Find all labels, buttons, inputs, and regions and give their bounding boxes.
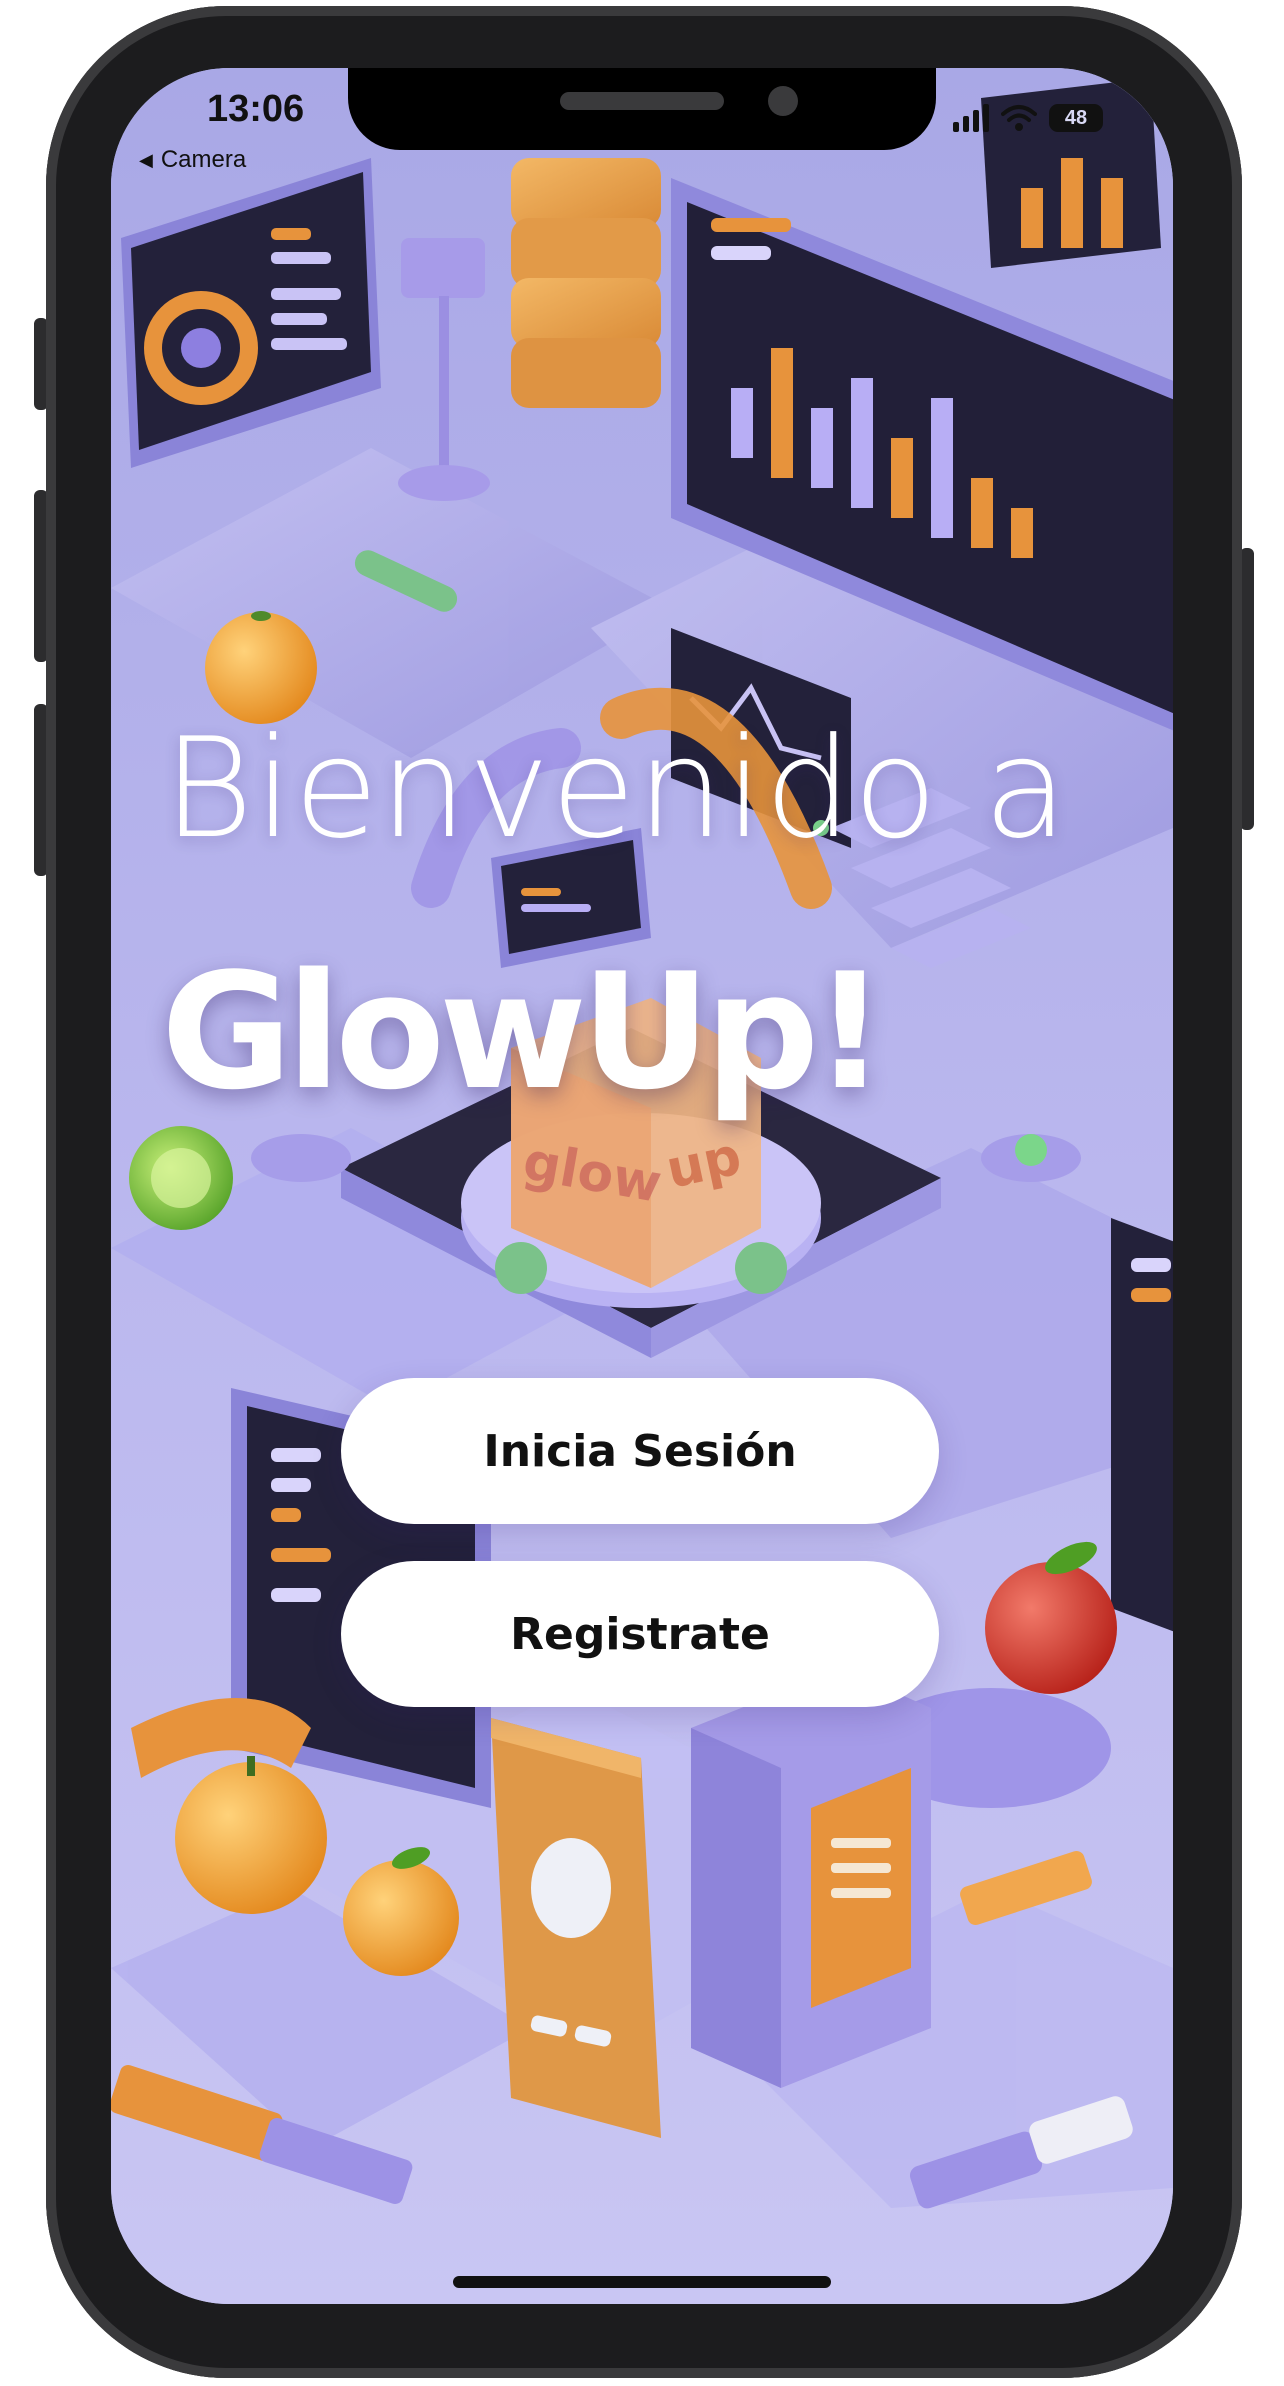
wifi-icon (1001, 105, 1037, 131)
front-camera (768, 86, 798, 116)
back-arrow-icon: ◀ (139, 149, 153, 170)
speaker-grille (560, 92, 724, 110)
status-time: 13:06 (207, 88, 305, 130)
register-button[interactable]: Registrate (341, 1561, 939, 1707)
home-indicator[interactable] (453, 2276, 831, 2288)
background-illustration: glow up (111, 68, 1173, 2304)
signal-icon (953, 104, 989, 132)
login-button[interactable]: Inicia Sesión (341, 1378, 939, 1524)
status-indicators: 48 (953, 104, 1103, 132)
notch (348, 68, 936, 150)
app-name-title: GlowUp! (161, 938, 886, 1125)
power-button (1240, 548, 1254, 830)
page: glow up 13:06 ◀ Camera 48 Bienvenido a G… (0, 0, 1284, 2386)
app-screen: glow up 13:06 ◀ Camera 48 Bienvenido a G… (111, 68, 1173, 2304)
battery-icon: 48 (1049, 104, 1103, 132)
back-label: Camera (160, 146, 247, 173)
back-to-camera-link[interactable]: ◀ Camera (139, 146, 246, 174)
welcome-title: Bienvenido a (163, 708, 1069, 869)
